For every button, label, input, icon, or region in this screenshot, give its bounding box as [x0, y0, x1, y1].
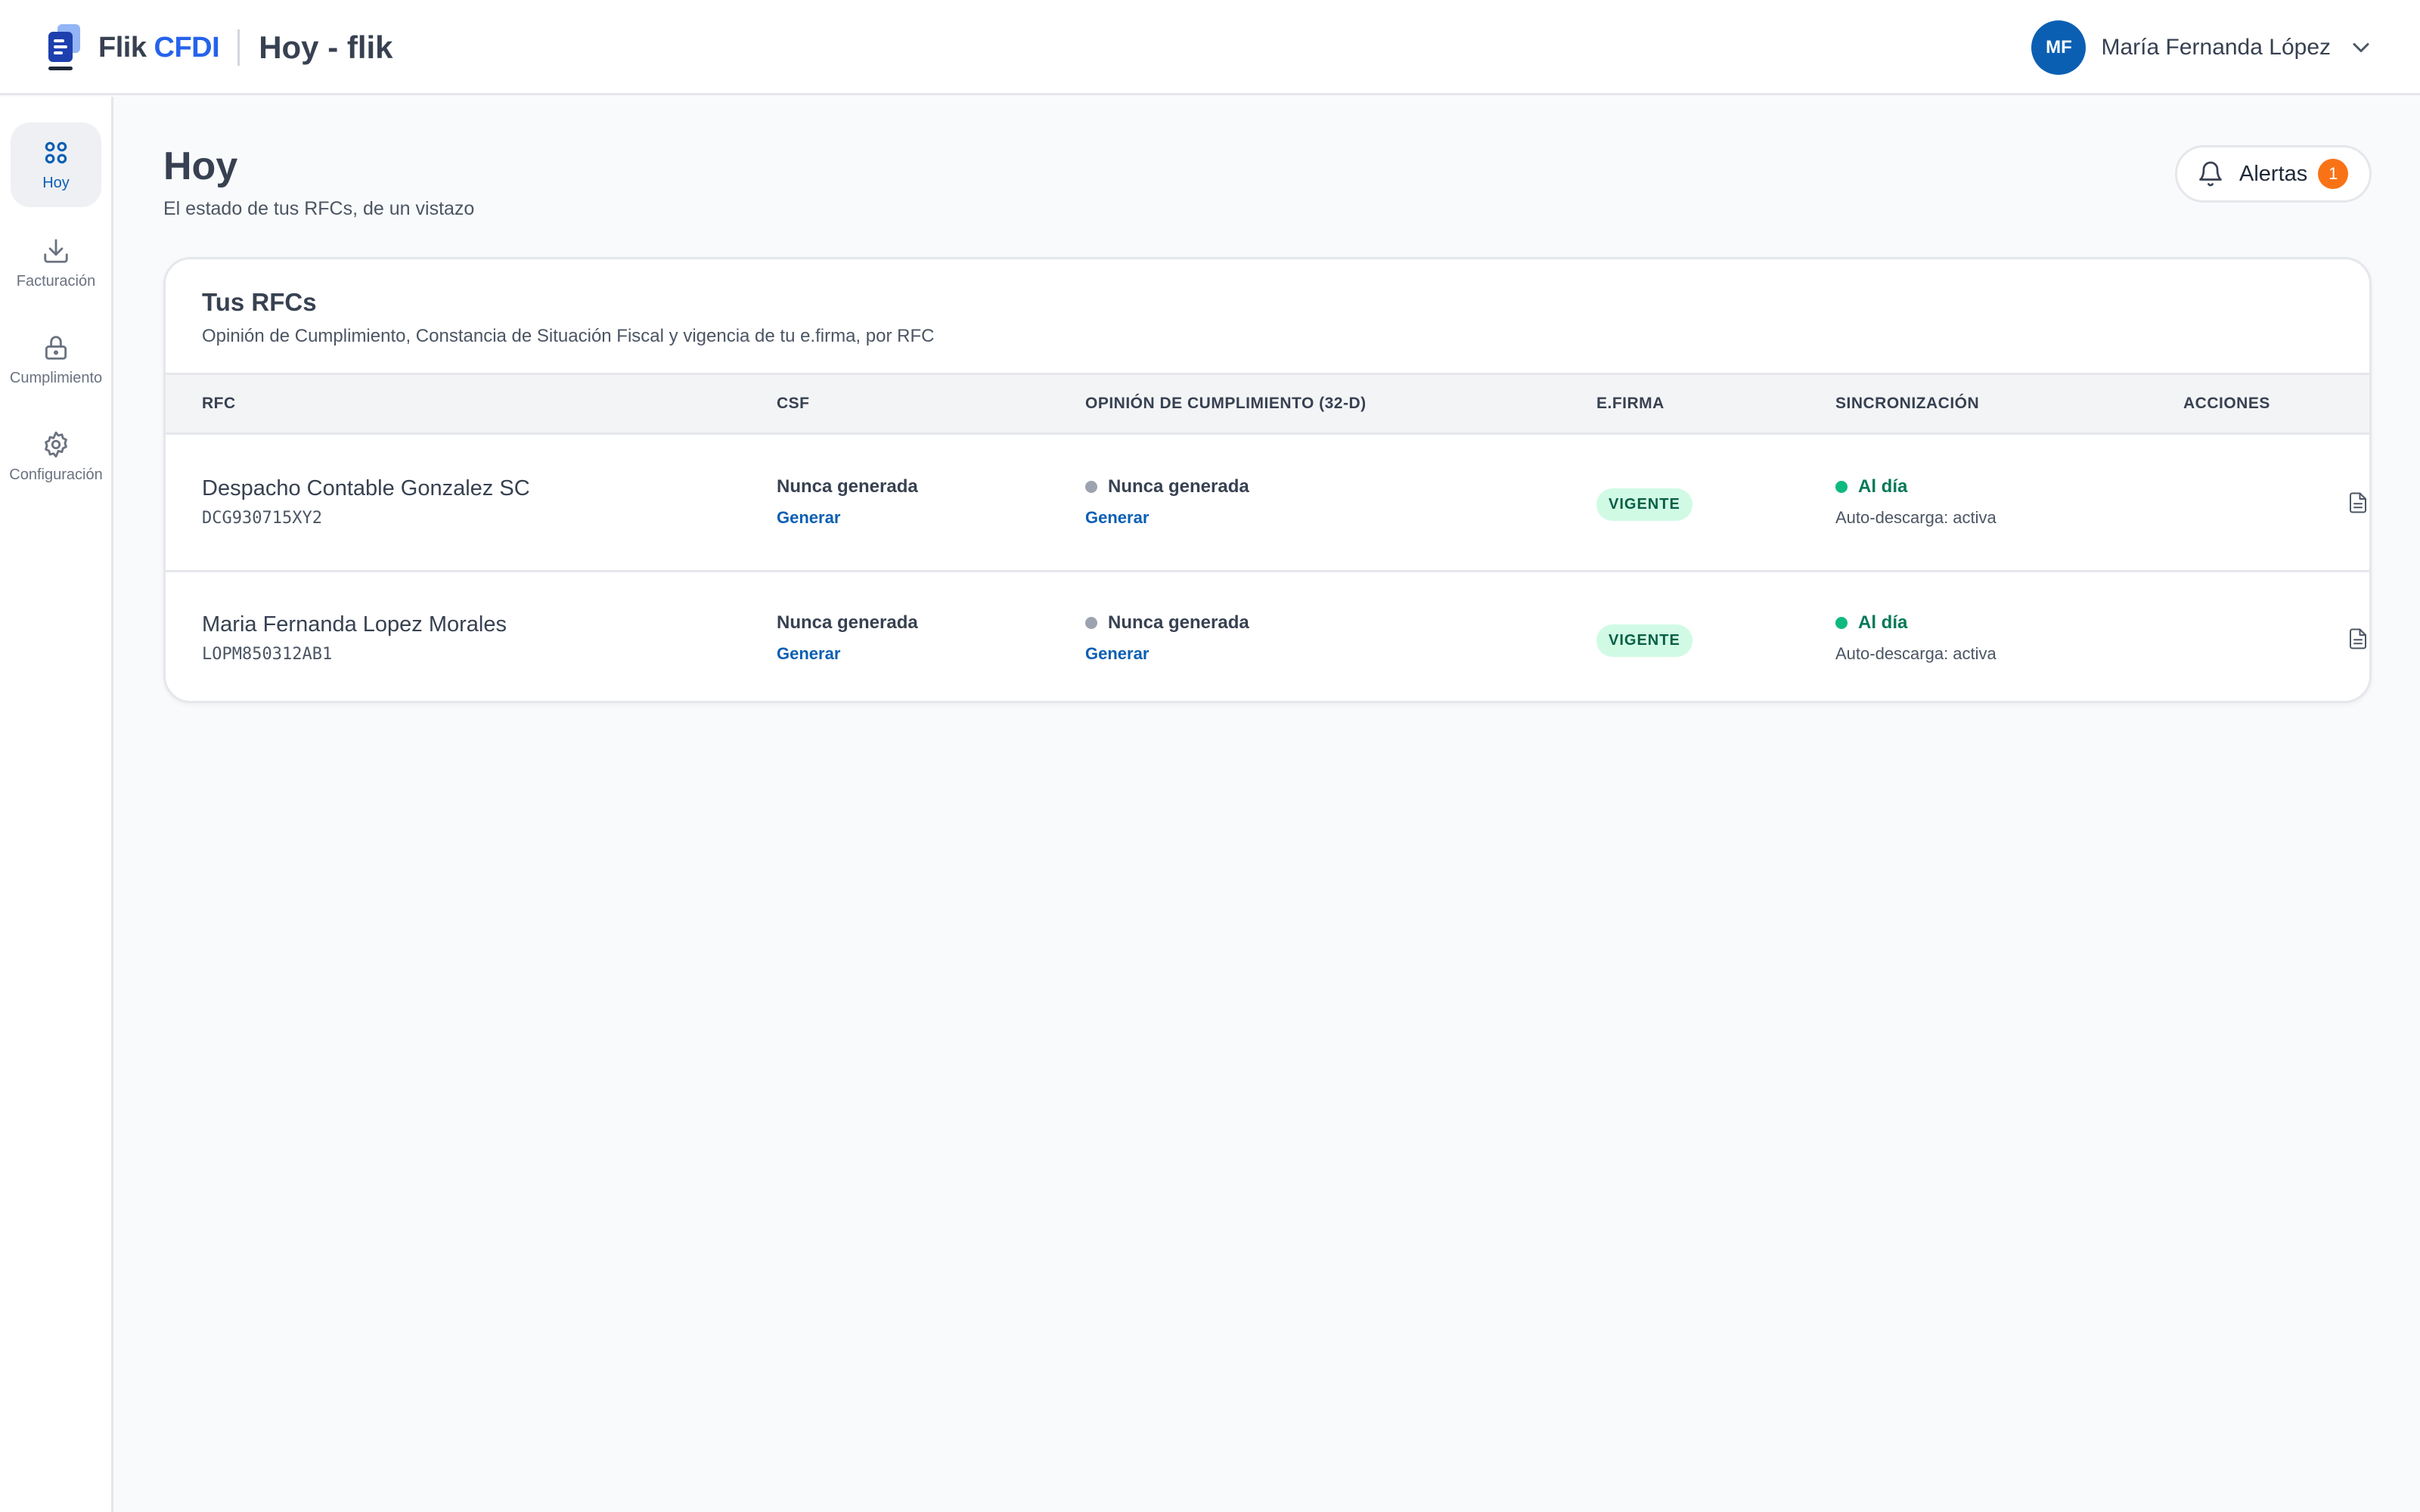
csf-status: Nunca generada: [777, 612, 918, 633]
user-name: María Fernanda López: [2101, 35, 2331, 60]
card-title: Tus RFCs: [202, 288, 317, 316]
row-divider: [166, 570, 2369, 572]
rfc-code: LOPM850312AB1: [202, 645, 333, 664]
brand[interactable]: Flik CFDI Hoy - flik: [47, 23, 393, 73]
sync-detail: Auto-descarga: activa: [1835, 644, 1996, 663]
sidebar: Hoy Facturación Cumplimiento Configuraci…: [0, 97, 113, 1512]
section-title: Hoy: [163, 144, 238, 188]
status-dot: [1835, 617, 1848, 629]
alerts-button[interactable]: Alertas 1: [2175, 145, 2372, 203]
opinion-cell: Nunca generada Generar: [1085, 612, 1249, 664]
actions-cell: [2347, 627, 2369, 654]
csf-cell: Nunca generada Generar: [777, 612, 918, 664]
rfc-code: DCG930715XY2: [202, 509, 322, 528]
brand-name: Flik CFDI: [98, 31, 220, 64]
status-badge: VIGENTE: [1596, 488, 1692, 521]
generate-opinion-link[interactable]: Generar: [1085, 644, 1149, 664]
sidebar-item-configuracion[interactable]: Configuración: [9, 414, 103, 499]
opinion-cell: Nunca generada Generar: [1085, 476, 1249, 528]
top-bar: Flik CFDI Hoy - flik MF María Fernanda L…: [0, 0, 2420, 95]
sidebar-item-cumplimiento[interactable]: Cumplimiento: [9, 318, 103, 402]
page-title: Hoy - flik: [259, 29, 393, 65]
lock-icon: [45, 335, 67, 360]
rfc-cell: Despacho Contable Gonzalez SC DCG930715X…: [202, 476, 530, 528]
rfc-name: Despacho Contable Gonzalez SC: [202, 476, 530, 500]
actions-cell: [2347, 491, 2369, 518]
card-subtitle: Opinión de Cumplimiento, Constancia de S…: [202, 326, 935, 346]
opinion-status: Nunca generada: [1085, 476, 1249, 497]
sync-cell: Al día Auto-descarga: activa: [1835, 612, 1996, 664]
alerts-label: Alertas: [2239, 161, 2308, 186]
sync-cell: Al día Auto-descarga: activa: [1835, 476, 1996, 528]
brand-name-text: Flik: [98, 31, 147, 64]
status-dot: [1085, 617, 1097, 629]
document-icon[interactable]: [2347, 627, 2369, 650]
brand-divider: [237, 29, 240, 66]
column-header-efirma: E.FIRMA: [1596, 395, 1665, 412]
user-menu[interactable]: MF María Fernanda López: [2031, 20, 2375, 76]
rfc-cell: Maria Fernanda Lopez Morales LOPM850312A…: [202, 612, 507, 664]
status-badge: VIGENTE: [1596, 624, 1692, 657]
chevron-down-icon: [2353, 43, 2369, 52]
alerts-count-badge: 1: [2318, 159, 2349, 189]
sidebar-item-hoy[interactable]: Hoy: [11, 122, 101, 207]
column-header-rfc: RFC: [202, 395, 236, 412]
table-row: Despacho Contable Gonzalez SC DCG930715X…: [166, 437, 2369, 570]
status-dot: [1085, 481, 1097, 493]
sync-status: Al día: [1835, 476, 1996, 497]
sidebar-item-label: Cumplimiento: [9, 369, 103, 386]
sidebar-item-label: Hoy: [42, 174, 70, 191]
sync-status: Al día: [1835, 612, 1996, 634]
sync-status-label: Al día: [1858, 476, 1908, 497]
sidebar-item-label: Configuración: [9, 466, 103, 483]
efirma-cell: VIGENTE: [1596, 488, 1692, 521]
grid-icon: [45, 141, 67, 163]
download-icon: [44, 238, 68, 263]
bell-icon: [2199, 161, 2222, 187]
opinion-status-label: Nunca generada: [1108, 476, 1249, 497]
opinion-status: Nunca generada: [1085, 612, 1249, 634]
sync-detail: Auto-descarga: activa: [1835, 508, 1996, 527]
document-icon[interactable]: [2347, 491, 2369, 514]
rfc-name: Maria Fernanda Lopez Morales: [202, 612, 507, 637]
generate-opinion-link[interactable]: Generar: [1085, 508, 1149, 528]
gear-icon: [45, 431, 67, 457]
rfc-card: Tus RFCs Opinión de Cumplimiento, Consta…: [163, 257, 2372, 703]
table-header: RFC CSF OPINIÓN DE CUMPLIMIENTO (32-D) E…: [166, 373, 2369, 435]
column-header-sync: SINCRONIZACIÓN: [1835, 395, 1980, 412]
section-subtitle: El estado de tus RFCs, de un vistazo: [163, 198, 475, 219]
sync-status-label: Al día: [1858, 612, 1908, 633]
status-dot: [1835, 481, 1848, 493]
sidebar-item-label: Facturación: [16, 272, 96, 290]
document-logo-icon: [47, 24, 82, 71]
generate-csf-link[interactable]: Generar: [777, 644, 840, 664]
column-header-opinion: OPINIÓN DE CUMPLIMIENTO (32-D): [1085, 395, 1367, 412]
brand-name-accent: CFDI: [154, 31, 220, 64]
sidebar-item-facturacion[interactable]: Facturación: [11, 221, 101, 305]
avatar: MF: [2031, 20, 2086, 75]
csf-status: Nunca generada: [777, 476, 918, 497]
column-header-csf: CSF: [777, 395, 810, 412]
generate-csf-link[interactable]: Generar: [777, 508, 840, 528]
csf-cell: Nunca generada Generar: [777, 476, 918, 528]
table-row: Maria Fernanda Lopez Morales LOPM850312A…: [166, 570, 2369, 701]
column-header-actions: ACCIONES: [2183, 395, 2270, 412]
opinion-status-label: Nunca generada: [1108, 612, 1249, 633]
efirma-cell: VIGENTE: [1596, 624, 1692, 657]
